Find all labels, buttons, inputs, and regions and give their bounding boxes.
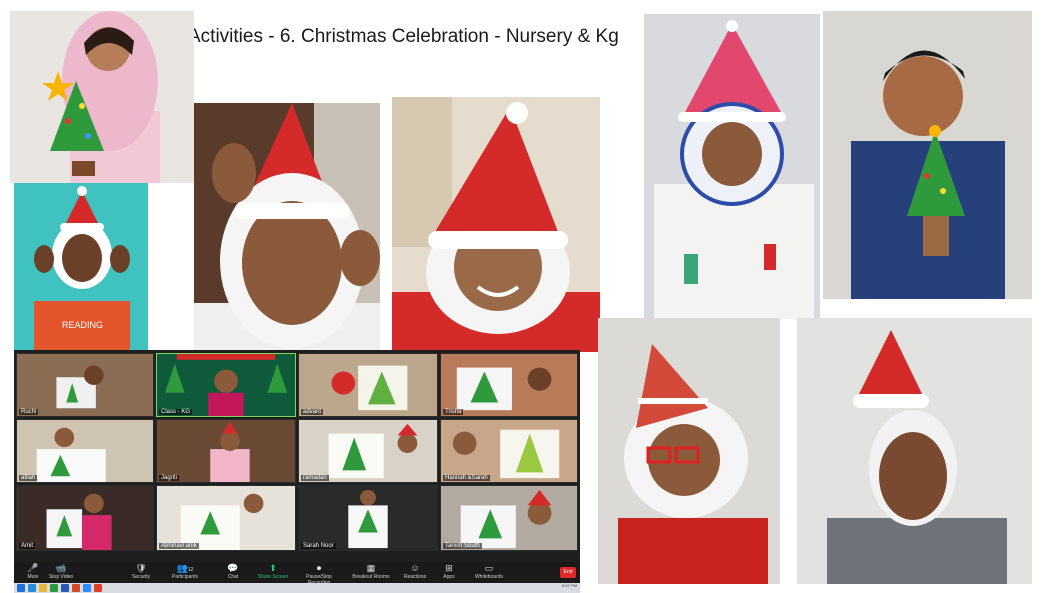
photo-girl-pink-hat	[644, 14, 820, 319]
zoom-control-bar: 🎤 Mute 📹 Stop Video 🛡 Security 👥12 Participa…	[14, 562, 580, 586]
share-screen-icon: ⬆	[269, 563, 277, 573]
shield-icon: 🛡	[135, 563, 147, 573]
windows-taskbar: 8:27 PM	[14, 583, 580, 593]
apps-icon: ⊞	[445, 563, 453, 573]
photo-boy-santa-teal: READING	[14, 183, 148, 351]
video-tile: Trisha	[440, 353, 578, 417]
share-screen-button[interactable]: ⬆ Share Screen	[254, 562, 292, 583]
end-meeting-button[interactable]: End	[560, 567, 576, 578]
participant-name: Sarah Noor	[301, 543, 336, 549]
video-tile: Jagriti	[156, 419, 296, 483]
page-title: Activities - 6. Christmas Celebration - …	[188, 26, 619, 47]
participants-count: 12	[187, 567, 194, 573]
participant-name: advant	[301, 409, 324, 415]
powerpoint-icon[interactable]	[72, 584, 80, 592]
photo-boy-with-tree	[823, 11, 1032, 299]
security-button[interactable]: 🛡 Security	[122, 562, 160, 583]
participant-name: Jagriti	[159, 475, 180, 481]
breakout-icon: ▦	[366, 563, 376, 573]
reactions-button[interactable]: ☺ Reactions	[396, 562, 434, 583]
video-tile: ramadan	[298, 419, 438, 483]
participant-name: Class - KG	[159, 409, 193, 415]
photo-girl-santa-mask	[194, 103, 380, 353]
participant-name: Ruchi	[19, 409, 39, 415]
record-icon: ⏺	[316, 563, 322, 573]
photo-boy-white-mask	[797, 318, 1032, 584]
zoom-app-icon[interactable]	[83, 584, 91, 592]
video-tile: Hannah &Sarah	[440, 419, 578, 483]
folder-icon[interactable]	[39, 584, 47, 592]
apps-button[interactable]: ⊞ Apps	[430, 562, 468, 583]
edge-icon[interactable]	[28, 584, 36, 592]
whiteboard-icon: ▭	[484, 563, 494, 573]
participant-name: Trisha	[443, 409, 464, 415]
start-icon[interactable]	[17, 584, 25, 592]
taskbar-clock: 8:27 PM	[562, 583, 577, 588]
record-button[interactable]: ⏺Pause/Stop Recording	[296, 562, 342, 586]
chrome-icon[interactable]	[94, 584, 102, 592]
video-tile: Ruchi	[16, 353, 154, 417]
participant-name: Tanish South	[443, 543, 482, 549]
participant-name: ramadan	[301, 475, 329, 481]
participant-name: afilah	[19, 475, 38, 481]
photo-girl-with-tree	[10, 11, 194, 183]
participants-icon: 👥12	[176, 563, 194, 573]
stop-video-button[interactable]: 📹 Stop Video	[42, 562, 80, 583]
video-tile: Amit	[16, 485, 154, 551]
photo-smiling-girl-santa	[392, 97, 600, 352]
video-tile: Tanish South	[440, 485, 578, 551]
photo-girl-glasses-santa	[598, 318, 780, 584]
whiteboards-button[interactable]: ▭ Whiteboards	[470, 562, 508, 583]
video-tile: Sarah Noor	[298, 485, 438, 551]
chat-button[interactable]: 💬 Chat	[214, 562, 252, 583]
breakout-rooms-button[interactable]: ▦ Breakout Rooms	[352, 562, 390, 583]
svg-text:READING: READING	[62, 320, 103, 330]
participant-name: Abhinavi anik	[159, 543, 199, 549]
video-tile: afilah	[16, 419, 154, 483]
video-icon: 📹	[55, 563, 67, 573]
reactions-icon: ☺	[410, 563, 420, 573]
video-tile: advant	[298, 353, 438, 417]
excel-icon[interactable]	[50, 584, 58, 592]
participant-name: Hannah &Sarah	[443, 475, 490, 481]
participant-name: Amit	[19, 543, 35, 549]
participants-button[interactable]: 👥12 Participants	[166, 562, 204, 583]
video-tile: Abhinavi anik	[156, 485, 296, 551]
video-tile-active: Class - KG	[156, 353, 296, 417]
word-icon[interactable]	[61, 584, 69, 592]
zoom-meeting-screenshot: Ruchi Class - KG advant Trisha afilah Ja…	[14, 350, 580, 593]
chat-icon: 💬	[227, 563, 239, 573]
